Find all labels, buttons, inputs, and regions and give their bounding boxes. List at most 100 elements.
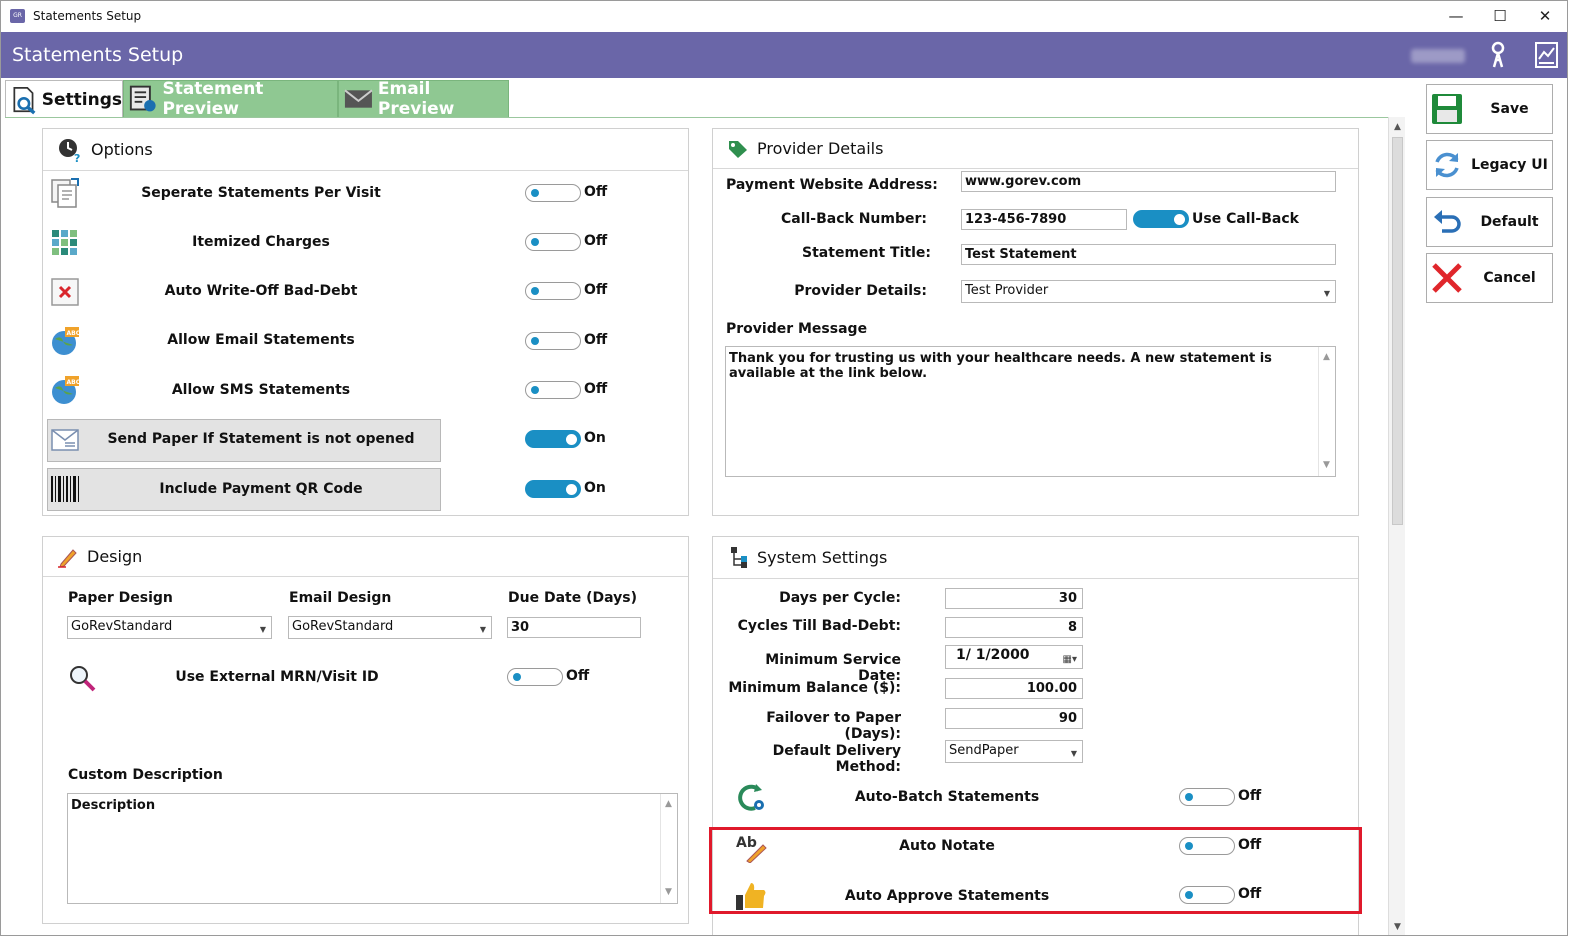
globe-abc-icon: ABC bbox=[52, 327, 81, 355]
red-x-icon bbox=[1432, 263, 1462, 293]
toggle-auto-writeoff[interactable] bbox=[525, 282, 581, 300]
failover-to-paper-input[interactable]: 90 bbox=[945, 708, 1083, 729]
undo-arrow-icon bbox=[1434, 210, 1461, 233]
provider-details-header: Provider Details bbox=[713, 129, 1358, 169]
auto-batch-label: Auto-Batch Statements bbox=[854, 789, 1040, 805]
option-label-auto-writeoff: Auto Write-Off Bad-Debt bbox=[164, 283, 358, 299]
email-design-select[interactable]: GoRevStandard ▼ bbox=[288, 616, 492, 639]
cancel-button[interactable]: Cancel bbox=[1426, 253, 1553, 303]
calendar-icon[interactable]: ▦▾ bbox=[1063, 651, 1077, 668]
paper-design-value: GoRevStandard bbox=[71, 619, 173, 634]
scroll-down-icon[interactable]: ▼ bbox=[1323, 458, 1330, 473]
cycles-till-bad-debt-input[interactable]: 8 bbox=[945, 617, 1083, 638]
custom-description-text: Description bbox=[71, 798, 156, 813]
scroll-thumb[interactable] bbox=[1392, 137, 1403, 525]
settings-document-icon bbox=[13, 86, 36, 114]
toggle-state-include-qr: On bbox=[584, 480, 606, 496]
minimum-balance-label: Minimum Balance ($): bbox=[728, 680, 901, 696]
due-date-label: Due Date (Days) bbox=[508, 590, 637, 606]
description-scrollbar[interactable]: ▲ ▼ bbox=[660, 794, 677, 903]
chevron-down-icon: ▼ bbox=[259, 625, 266, 634]
delete-document-icon bbox=[51, 278, 79, 306]
email-design-label: Email Design bbox=[289, 590, 392, 606]
toggle-state-itemized-charges: Off bbox=[584, 233, 608, 249]
days-per-cycle-input[interactable]: 30 bbox=[945, 588, 1083, 609]
tab-settings[interactable]: Settings bbox=[5, 80, 123, 118]
cycles-till-bad-debt-label: Cycles Till Bad-Debt: bbox=[737, 618, 901, 634]
toggle-separate-statements[interactable] bbox=[525, 184, 581, 202]
pencil-icon bbox=[58, 548, 77, 568]
tag-icon bbox=[729, 140, 747, 158]
provider-details-select[interactable]: Test Provider ▼ bbox=[961, 280, 1336, 303]
scroll-down-icon[interactable]: ▼ bbox=[665, 885, 672, 900]
barcode-icon bbox=[51, 476, 79, 502]
vertical-scrollbar[interactable]: ▲ ▼ bbox=[1388, 117, 1406, 935]
toggle-state-external-mrn: Off bbox=[566, 668, 590, 684]
close-button[interactable]: ✕ bbox=[1523, 1, 1567, 32]
toggle-external-mrn[interactable] bbox=[507, 668, 563, 686]
option-label-allow-email: Allow Email Statements bbox=[167, 332, 355, 348]
toggle-send-paper[interactable] bbox=[525, 430, 581, 448]
statements-setup-window: GR Statements Setup — ☐ ✕ Statements Set… bbox=[0, 0, 1568, 936]
legacy-ui-button[interactable]: Legacy UI bbox=[1426, 140, 1553, 190]
default-delivery-value: SendPaper bbox=[949, 743, 1019, 758]
toggle-use-callback[interactable] bbox=[1133, 210, 1189, 228]
default-label: Default bbox=[1480, 214, 1539, 230]
toggle-include-qr[interactable] bbox=[525, 480, 581, 498]
page-title: Statements Setup bbox=[12, 44, 184, 66]
scroll-up-icon[interactable]: ▲ bbox=[665, 797, 672, 812]
desktop-strip bbox=[0, 936, 1592, 950]
svg-text:ABC: ABC bbox=[67, 330, 81, 337]
paper-design-label: Paper Design bbox=[68, 590, 173, 606]
report-icon[interactable] bbox=[1534, 41, 1560, 69]
chevron-down-icon: ▼ bbox=[1070, 749, 1077, 758]
maximize-button[interactable]: ☐ bbox=[1478, 1, 1522, 32]
default-delivery-select[interactable]: SendPaper ▼ bbox=[945, 740, 1083, 763]
save-button[interactable]: Save bbox=[1426, 84, 1553, 134]
minimum-balance-input[interactable]: 100.00 bbox=[945, 678, 1083, 699]
system-settings-title: System Settings bbox=[757, 548, 888, 567]
tab-bar: Settings Statement Preview Email Preview bbox=[1, 78, 1405, 119]
toggle-auto-batch[interactable] bbox=[1179, 788, 1235, 806]
default-button[interactable]: Default bbox=[1426, 197, 1553, 247]
statement-title-label: Statement Title: bbox=[802, 245, 931, 261]
message-scrollbar[interactable]: ▲ ▼ bbox=[1318, 347, 1335, 476]
callback-number-input[interactable]: 123-456-7890 bbox=[961, 209, 1127, 230]
options-header: ? Options bbox=[43, 129, 688, 171]
option-label-allow-sms: Allow SMS Statements bbox=[171, 382, 351, 398]
toggle-state-auto-writeoff: Off bbox=[584, 282, 608, 298]
design-header: Design bbox=[43, 537, 688, 577]
options-title: Options bbox=[91, 140, 153, 159]
scroll-up-icon[interactable]: ▲ bbox=[1389, 119, 1406, 135]
refresh-icon bbox=[1435, 152, 1459, 178]
scroll-up-icon[interactable]: ▲ bbox=[1323, 350, 1330, 365]
keys-icon[interactable] bbox=[1488, 41, 1514, 69]
toggle-itemized-charges[interactable] bbox=[525, 233, 581, 251]
user-name-blurred bbox=[1411, 49, 1465, 63]
cancel-label: Cancel bbox=[1483, 270, 1536, 286]
due-date-input[interactable]: 30 bbox=[507, 617, 641, 638]
toggle-allow-email[interactable] bbox=[525, 332, 581, 350]
statement-title-input[interactable]: Test Statement bbox=[961, 244, 1336, 265]
custom-description-label: Custom Description bbox=[68, 767, 223, 783]
provider-message-label: Provider Message bbox=[726, 321, 868, 337]
paper-design-select[interactable]: GoRevStandard ▼ bbox=[67, 616, 272, 639]
custom-description-textarea[interactable]: Description ▲ ▼ bbox=[67, 793, 678, 904]
refresh-gear-icon bbox=[738, 784, 764, 811]
tab-email-preview[interactable]: Email Preview bbox=[338, 79, 509, 119]
tab-statement-preview-label: Statement Preview bbox=[162, 79, 264, 119]
tab-statement-preview[interactable]: Statement Preview bbox=[123, 79, 338, 119]
tab-email-preview-label: Email Preview bbox=[377, 79, 455, 119]
minimize-button[interactable]: — bbox=[1434, 1, 1478, 32]
toggle-allow-sms[interactable] bbox=[525, 381, 581, 399]
email-design-value: GoRevStandard bbox=[292, 619, 394, 634]
statement-preview-icon bbox=[129, 85, 156, 112]
chevron-down-icon: ▼ bbox=[479, 625, 486, 634]
provider-message-textarea[interactable]: Thank you for trusting us with your heal… bbox=[725, 346, 1336, 477]
failover-to-paper-label: Failover to Paper (Days): bbox=[766, 710, 901, 742]
payment-website-input[interactable]: www.gorev.com bbox=[961, 171, 1336, 192]
title-bar: GR Statements Setup — ☐ ✕ bbox=[1, 1, 1567, 32]
scroll-down-icon[interactable]: ▼ bbox=[1389, 919, 1406, 935]
option-label-itemized-charges: Itemized Charges bbox=[192, 234, 330, 250]
minimum-service-date-picker[interactable]: 1/ 1/2000 ▦▾ bbox=[945, 645, 1083, 669]
